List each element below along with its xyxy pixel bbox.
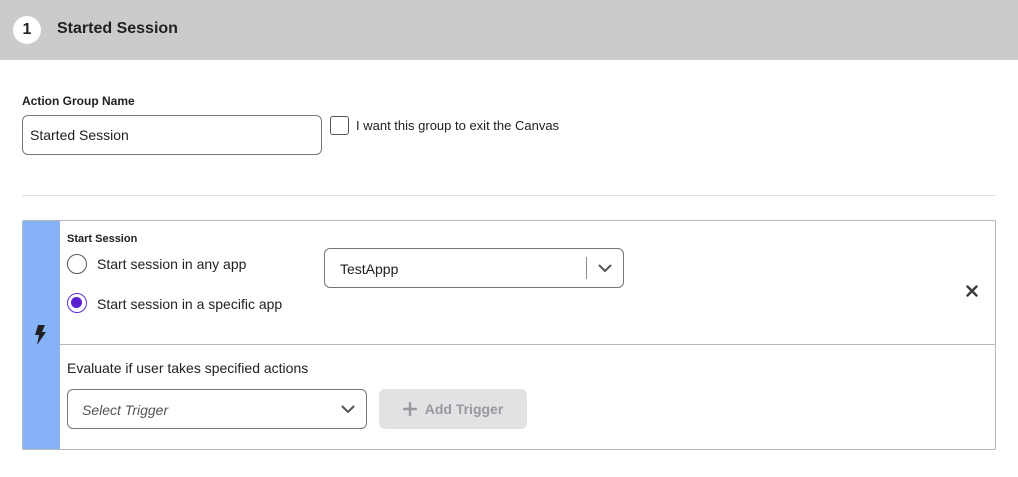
step-title: Started Session bbox=[57, 20, 178, 37]
add-trigger-label: Add Trigger bbox=[424, 401, 504, 417]
add-trigger-button[interactable]: Add Trigger bbox=[379, 389, 527, 429]
radio-any-app[interactable] bbox=[67, 254, 87, 274]
chevron-down-icon[interactable] bbox=[341, 405, 355, 414]
evaluate-actions-label: Evaluate if user takes specified actions bbox=[67, 360, 309, 376]
plus-icon bbox=[402, 402, 417, 416]
app-select[interactable]: TestAppp bbox=[324, 248, 624, 288]
select-separator bbox=[586, 257, 587, 279]
app-select-value: TestAppp bbox=[340, 261, 399, 277]
exit-canvas-label[interactable]: I want this group to exit the Canvas bbox=[356, 118, 559, 133]
section-divider bbox=[22, 195, 996, 196]
radio-any-app-label[interactable]: Start session in any app bbox=[97, 256, 246, 272]
action-group-name-label: Action Group Name bbox=[22, 94, 135, 108]
close-icon[interactable] bbox=[966, 285, 978, 297]
radio-specific-app[interactable] bbox=[67, 293, 87, 313]
card-type-stripe bbox=[23, 221, 60, 449]
action-card: Start Session Start session in any app S… bbox=[22, 220, 996, 450]
action-group-name-input[interactable] bbox=[22, 115, 322, 155]
chevron-down-icon[interactable] bbox=[598, 264, 612, 273]
radio-specific-app-label[interactable]: Start session in a specific app bbox=[97, 296, 282, 312]
trigger-select[interactable]: Select Trigger bbox=[67, 389, 367, 429]
trigger-select-placeholder: Select Trigger bbox=[82, 402, 169, 418]
exit-canvas-checkbox[interactable] bbox=[330, 116, 349, 135]
step-number-badge: 1 bbox=[13, 16, 41, 44]
bolt-icon bbox=[35, 325, 46, 345]
start-session-title: Start Session bbox=[67, 233, 138, 245]
step-header: 1 Started Session bbox=[0, 0, 1018, 60]
card-inner-divider bbox=[60, 344, 995, 345]
